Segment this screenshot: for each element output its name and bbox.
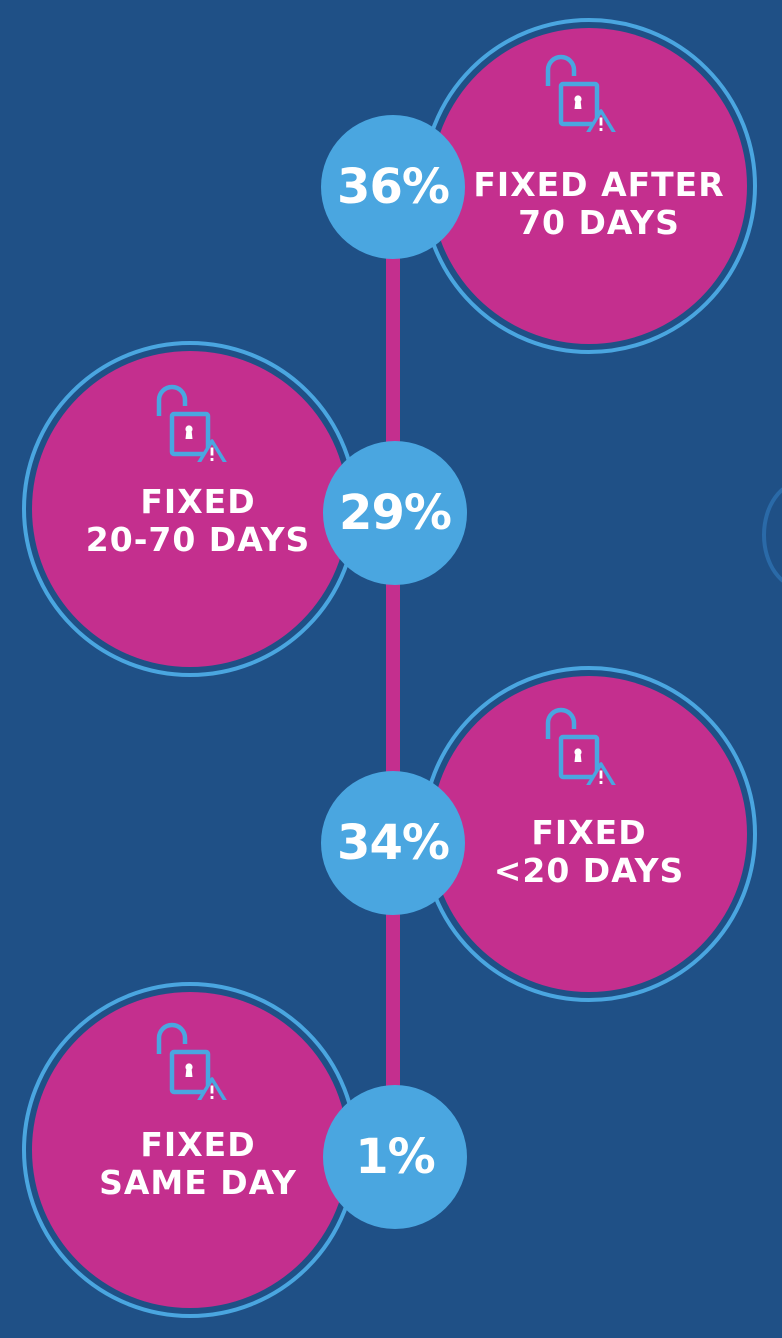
item-1-label-line1: FIXED AFTER [473, 165, 725, 204]
timeline-diagram: FIXED AFTER 70 DAYS 36% FIXED 20-70 DAYS… [0, 0, 782, 1338]
item-2-percent-badge: 29% [323, 441, 467, 585]
unlocked-padlock-warning-icon [156, 1022, 227, 1100]
item-3-label-line1: FIXED [531, 813, 647, 852]
item-3-percent-badge: 34% [321, 771, 465, 915]
item-4-label-line1: FIXED [140, 1125, 256, 1164]
item-2-label-line1: FIXED [140, 482, 256, 521]
item-1-label: FIXED AFTER 70 DAYS [469, 166, 729, 242]
unlocked-padlock-warning-icon [545, 707, 616, 785]
item-2-label-line2: 20-70 DAYS [85, 520, 311, 559]
offscreen-ring [762, 480, 782, 590]
unlocked-padlock-warning-icon [545, 54, 616, 132]
item-4-label-line2: SAME DAY [99, 1163, 297, 1202]
item-1-percent-badge: 36% [321, 115, 465, 259]
item-4-label: FIXED SAME DAY [68, 1126, 328, 1202]
unlocked-padlock-warning-icon [156, 384, 227, 462]
item-4-percent-badge: 1% [323, 1085, 467, 1229]
item-3-label-line2: <20 DAYS [493, 851, 685, 890]
timeline-connector [386, 250, 400, 1100]
item-1-label-line2: 70 DAYS [518, 203, 680, 242]
item-2-label: FIXED 20-70 DAYS [68, 483, 328, 559]
item-3-label: FIXED <20 DAYS [459, 814, 719, 890]
